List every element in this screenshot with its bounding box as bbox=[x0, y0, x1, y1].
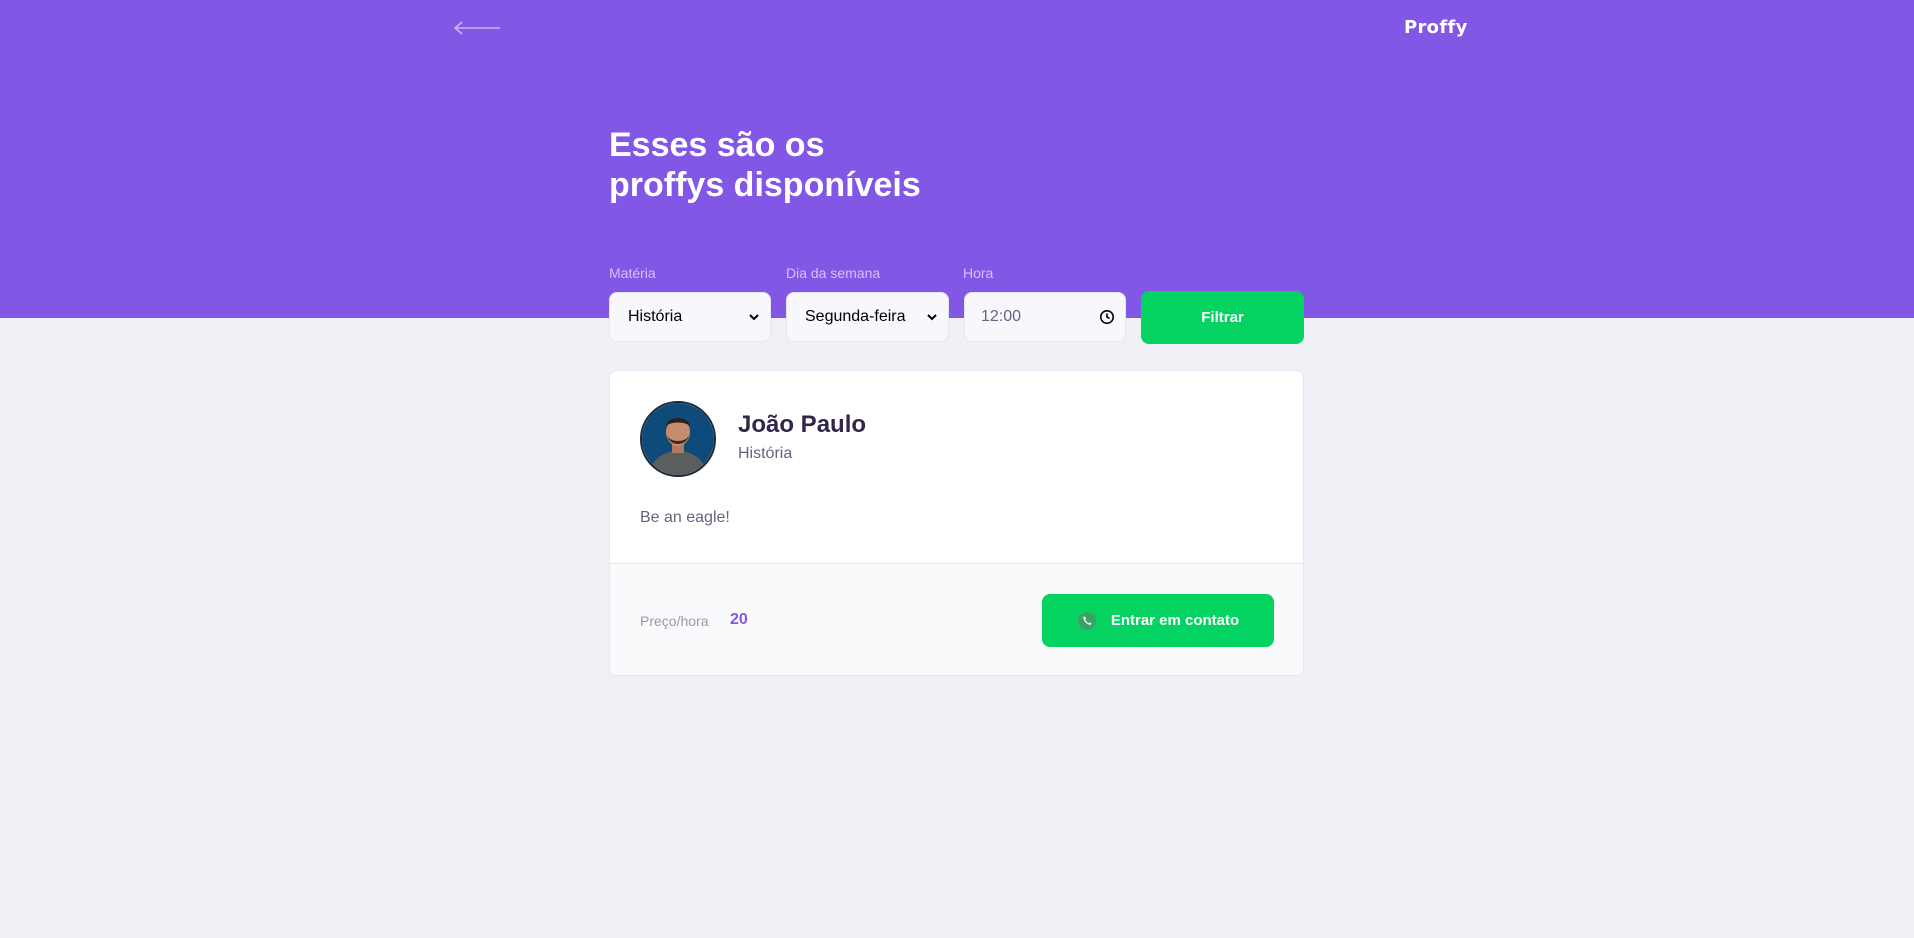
price-label: Preço/hora bbox=[640, 613, 709, 629]
price-value: 20 bbox=[730, 611, 748, 628]
weekday-label: Dia da semana bbox=[786, 265, 881, 281]
time-input[interactable]: 12:00 bbox=[964, 292, 1126, 342]
teacher-photo bbox=[642, 403, 714, 475]
subject-select[interactable]: História bbox=[609, 292, 771, 342]
chevron-down-icon bbox=[749, 314, 759, 321]
contact-button-label: Entrar em contato bbox=[1110, 612, 1240, 629]
contact-button[interactable]: Entrar em contato bbox=[1042, 594, 1274, 647]
time-label: Hora bbox=[963, 265, 994, 281]
avatar bbox=[640, 401, 716, 477]
subject-select-value: História bbox=[628, 308, 683, 325]
teacher-bio: Be an eagle! bbox=[640, 509, 730, 526]
teacher-card-footer: Preço/hora 20 Entrar em contato bbox=[610, 563, 1303, 675]
page-title-line-1: Esses são os bbox=[609, 126, 825, 164]
subject-label: Matéria bbox=[609, 265, 656, 281]
back-button[interactable] bbox=[452, 18, 502, 38]
proffy-logo: Proffy bbox=[1404, 17, 1468, 38]
weekday-select[interactable]: Segunda-feira bbox=[786, 292, 949, 342]
whatsapp-icon bbox=[1077, 611, 1096, 630]
teacher-subject: História bbox=[738, 445, 793, 462]
arrow-left-icon bbox=[453, 21, 500, 35]
weekday-select-value: Segunda-feira bbox=[805, 308, 906, 325]
page-title-line-2: proffys disponíveis bbox=[609, 166, 921, 204]
chevron-down-icon bbox=[927, 314, 937, 321]
teacher-name: João Paulo bbox=[738, 411, 867, 438]
time-input-value: 12:00 bbox=[981, 308, 1022, 325]
page-header: Proffy Esses são os proffys disponíveis … bbox=[0, 0, 1914, 318]
page-title: Esses são os proffys disponíveis bbox=[609, 125, 1029, 205]
filter-button[interactable]: Filtrar bbox=[1141, 291, 1304, 344]
clock-icon[interactable] bbox=[1099, 309, 1115, 325]
teacher-card: João Paulo História Be an eagle! Preço/h… bbox=[609, 370, 1304, 676]
